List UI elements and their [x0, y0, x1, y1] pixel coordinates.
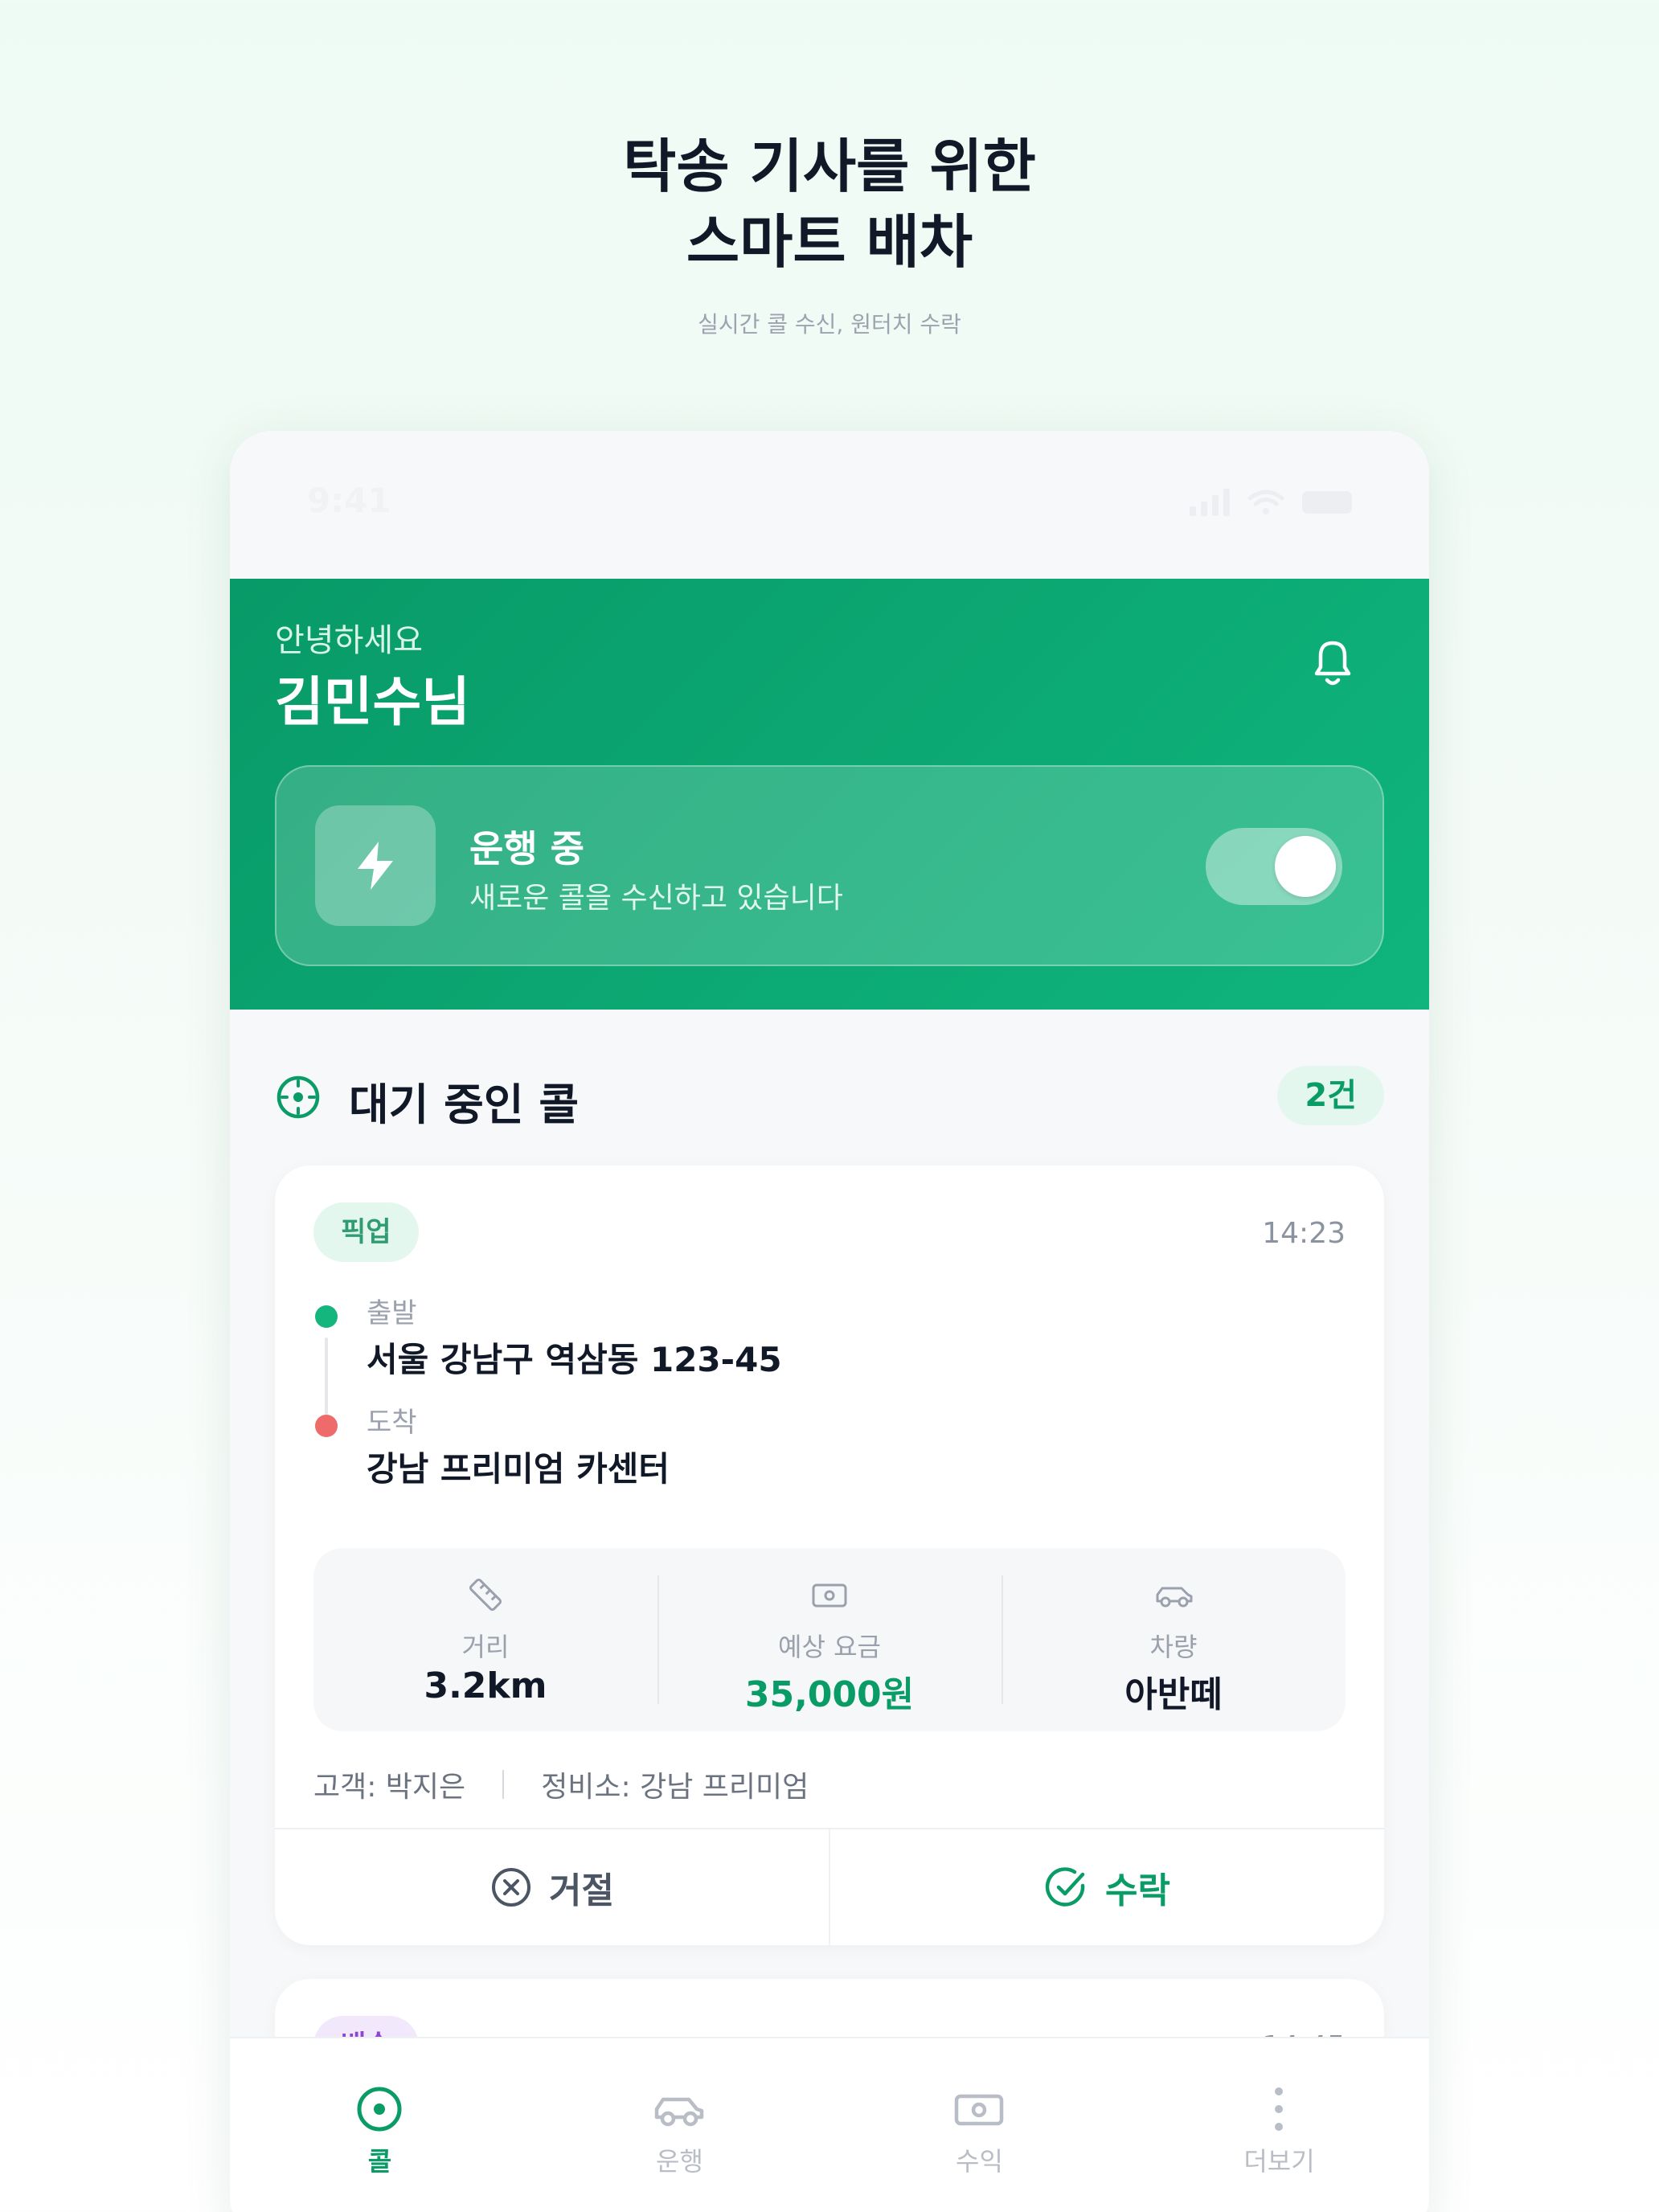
- stat-distance: 거리 3.2km: [313, 1548, 657, 1731]
- car-icon: [1156, 1587, 1193, 1608]
- stat-vehicle: 차량 아반떼: [1002, 1548, 1346, 1731]
- hero-title-line2: 스마트 배차: [686, 208, 973, 276]
- accept-label: 수락: [1105, 1870, 1170, 1911]
- tab-drive[interactable]: 운행: [530, 2038, 830, 2199]
- call-actions: 거절 수락: [275, 1828, 1384, 1945]
- reject-label: 거절: [549, 1870, 614, 1911]
- tab-label: 수익: [956, 2146, 1003, 2177]
- money-icon: [954, 2094, 1004, 2126]
- stat-value: 35,000원: [744, 1674, 915, 1715]
- origin-address: 서울 강남구 역삼동 123-45: [367, 1340, 782, 1379]
- greeting-text: 안녕하세요: [275, 622, 423, 659]
- money-icon: [812, 1583, 847, 1608]
- section-title: 대기 중인 콜: [349, 1079, 579, 1130]
- check-circle-icon: [1045, 1867, 1085, 1907]
- call-count-badge: 2건: [1277, 1066, 1384, 1125]
- tab-call[interactable]: 콜: [230, 2038, 530, 2199]
- route-line: [325, 1337, 328, 1415]
- customer-name: 고객: 박지은: [313, 1771, 466, 1804]
- origin-dot: [315, 1305, 338, 1328]
- stat-label: 차량: [1149, 1632, 1198, 1662]
- pending-calls-header: 대기 중인 콜 2건: [275, 1066, 1384, 1130]
- stat-label: 예상 요금: [778, 1632, 881, 1662]
- more-icon: [1275, 2087, 1283, 2131]
- bolt-icon: [315, 805, 436, 926]
- status-time: 9:41: [307, 481, 391, 520]
- stat-value: 3.2km: [424, 1665, 547, 1706]
- wifi-icon: [1247, 490, 1284, 514]
- tab-more[interactable]: 더보기: [1129, 2038, 1429, 2199]
- stat-value: 아반떼: [1124, 1674, 1223, 1715]
- toggle-knob: [1275, 836, 1336, 897]
- accept-button[interactable]: 수락: [830, 1829, 1384, 1945]
- hero-subtitle: 실시간 콜 수신, 원터치 수락: [698, 311, 961, 338]
- hero-title-line1: 탁송 기사를 위한: [623, 133, 1036, 200]
- tab-earnings[interactable]: 수익: [830, 2038, 1129, 2199]
- info-separator: [502, 1770, 505, 1799]
- call-info-line: 고객: 박지은 정비소: 강남 프리미엄: [313, 1763, 809, 1805]
- car-icon: [654, 2097, 704, 2127]
- call-icon: [357, 2087, 402, 2132]
- call-type-tag: 픽업: [313, 1202, 419, 1262]
- origin-label: 출발: [367, 1297, 417, 1329]
- hero-title: 탁송 기사를 위한 스마트 배차: [0, 129, 1659, 280]
- driving-toggle[interactable]: [1206, 828, 1342, 905]
- destination-address: 강남 프리미엄 카센터: [367, 1449, 670, 1489]
- ruler-icon: [469, 1578, 502, 1612]
- call-stats: 거리 3.2km 예상 요금 35,000원 차량 아반떼: [313, 1548, 1346, 1731]
- destination-label: 도착: [367, 1407, 417, 1439]
- signal-icon: [1190, 489, 1230, 516]
- garage-name: 정비소: 강남 프리미엄: [541, 1771, 809, 1804]
- reject-icon: [492, 1868, 531, 1907]
- bell-icon[interactable]: [1301, 630, 1365, 694]
- header: 안녕하세요 김민수님 운행 중 새로운 콜을 수신하고 있습니다: [230, 579, 1429, 1010]
- status-icons: [1190, 489, 1352, 516]
- battery-icon: [1302, 491, 1352, 514]
- driving-status-subtitle: 새로운 콜을 수신하고 있습니다: [469, 882, 843, 915]
- stat-fare: 예상 요금 35,000원: [657, 1548, 1002, 1731]
- status-bar: 9:41: [230, 431, 1429, 579]
- bottom-tab-bar: 콜 운행 수익 더보기: [230, 2037, 1429, 2212]
- stat-label: 거리: [461, 1632, 510, 1662]
- call-time: 14:23: [1262, 1217, 1346, 1250]
- phone-screen: 9:41 안녕하세요 김민수님 운행 중 새로운 콜을 수신하고 있습니다 대기…: [230, 431, 1429, 2212]
- destination-dot: [315, 1415, 338, 1437]
- tab-label: 운행: [656, 2146, 703, 2177]
- driving-status-title: 운행 중: [469, 827, 584, 870]
- user-name: 김민수님: [275, 671, 470, 733]
- tab-label: 더보기: [1243, 2146, 1315, 2177]
- tab-label: 콜: [367, 2146, 392, 2177]
- reject-button[interactable]: 거절: [275, 1829, 830, 1945]
- driving-status-card: 운행 중 새로운 콜을 수신하고 있습니다: [275, 765, 1384, 966]
- target-icon: [276, 1075, 320, 1119]
- call-card[interactable]: 픽업 14:23 출발 서울 강남구 역삼동 123-45 도착 강남 프리미엄…: [275, 1165, 1384, 1945]
